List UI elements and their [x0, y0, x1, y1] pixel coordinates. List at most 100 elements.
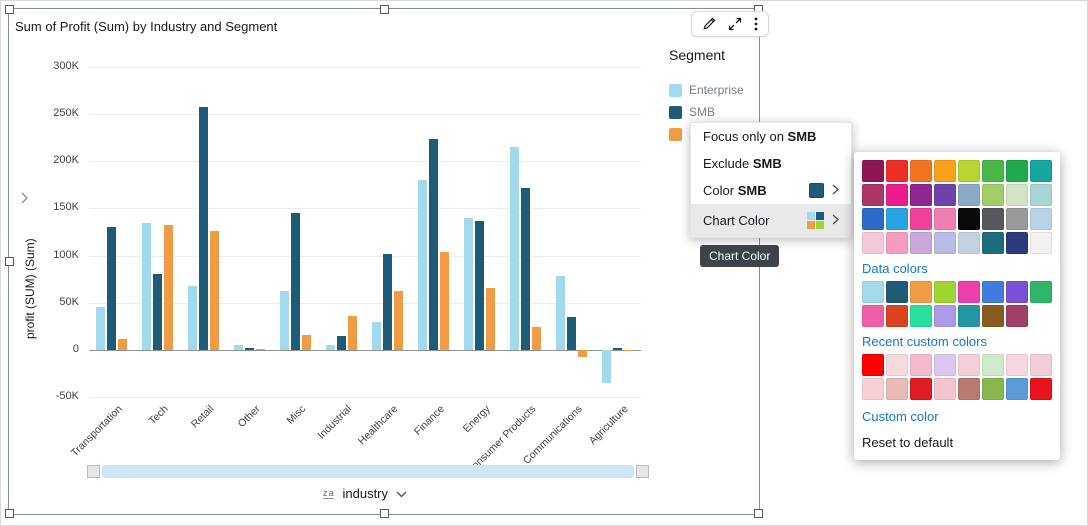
bar-enterprise-finance[interactable]: [418, 180, 427, 350]
color-swatch[interactable]: [934, 160, 956, 182]
color-swatch[interactable]: [1006, 160, 1028, 182]
color-swatch[interactable]: [934, 281, 956, 303]
color-swatch[interactable]: [1030, 281, 1052, 303]
bar-enterprise-tech[interactable]: [142, 223, 151, 350]
bar-smb-tech[interactable]: [153, 274, 162, 350]
color-swatch[interactable]: [910, 378, 932, 400]
legend-item-enterprise[interactable]: Enterprise: [669, 79, 769, 101]
color-swatch[interactable]: [862, 232, 884, 254]
color-swatch[interactable]: [982, 305, 1004, 327]
reset-default-button[interactable]: Reset to default: [862, 435, 1052, 450]
color-swatch[interactable]: [1030, 232, 1052, 254]
color-swatch[interactable]: [1006, 378, 1028, 400]
color-swatch[interactable]: [886, 378, 908, 400]
color-swatch[interactable]: [886, 232, 908, 254]
color-swatch[interactable]: [982, 208, 1004, 230]
bar-enterprise-industrial[interactable]: [326, 345, 335, 350]
color-swatch[interactable]: [1006, 184, 1028, 206]
color-swatch[interactable]: [1006, 281, 1028, 303]
color-swatch[interactable]: [886, 305, 908, 327]
bar-startup-transportation[interactable]: [118, 339, 127, 350]
bar-startup-communications[interactable]: [578, 350, 587, 358]
resize-handle-bottom-right[interactable]: [754, 509, 763, 518]
color-swatch[interactable]: [910, 160, 932, 182]
bar-smb-consumer-products[interactable]: [521, 188, 530, 350]
color-swatch[interactable]: [910, 232, 932, 254]
color-swatch[interactable]: [910, 208, 932, 230]
bar-smb-finance[interactable]: [429, 139, 438, 350]
color-swatch[interactable]: [886, 160, 908, 182]
color-swatch[interactable]: [982, 232, 1004, 254]
color-swatch[interactable]: [910, 305, 932, 327]
sort-icon[interactable]: za: [323, 488, 335, 499]
color-swatch[interactable]: [910, 281, 932, 303]
bar-enterprise-transportation[interactable]: [96, 307, 105, 349]
color-swatch[interactable]: [958, 160, 980, 182]
color-swatch[interactable]: [910, 184, 932, 206]
scrollbar-right-handle[interactable]: [636, 465, 649, 478]
color-swatch[interactable]: [958, 208, 980, 230]
bar-startup-agriculture[interactable]: [624, 350, 633, 351]
bar-startup-industrial[interactable]: [348, 316, 357, 350]
color-swatch[interactable]: [886, 281, 908, 303]
color-swatch[interactable]: [886, 208, 908, 230]
color-swatch[interactable]: [862, 208, 884, 230]
menu-item-0[interactable]: Focus only on SMB: [691, 123, 851, 150]
color-swatch[interactable]: [1006, 208, 1028, 230]
edit-pencil-icon[interactable]: [702, 17, 716, 31]
color-swatch[interactable]: [910, 354, 932, 376]
scrollbar-left-handle[interactable]: [87, 465, 100, 478]
color-swatch[interactable]: [862, 184, 884, 206]
color-swatch[interactable]: [982, 160, 1004, 182]
color-swatch[interactable]: [958, 281, 980, 303]
x-scrollbar[interactable]: [87, 464, 649, 478]
color-swatch[interactable]: [958, 305, 980, 327]
bar-enterprise-communications[interactable]: [556, 276, 565, 350]
color-swatch[interactable]: [1030, 354, 1052, 376]
bar-smb-other[interactable]: [245, 348, 254, 350]
bar-enterprise-retail[interactable]: [188, 286, 197, 350]
bar-smb-healthcare[interactable]: [383, 254, 392, 350]
color-swatch[interactable]: [934, 232, 956, 254]
bar-startup-energy[interactable]: [486, 288, 495, 350]
maximize-icon[interactable]: [728, 17, 742, 31]
color-swatch[interactable]: [862, 354, 884, 376]
menu-item-3[interactable]: Chart Color: [691, 204, 851, 237]
bar-startup-other[interactable]: [256, 349, 265, 350]
bar-startup-consumer-products[interactable]: [532, 327, 541, 350]
resize-handle-bottom-middle[interactable]: [380, 509, 389, 518]
bar-smb-energy[interactable]: [475, 221, 484, 350]
color-swatch[interactable]: [862, 160, 884, 182]
color-swatch[interactable]: [1030, 160, 1052, 182]
bar-startup-retail[interactable]: [210, 231, 219, 350]
resize-handle-top-middle[interactable]: [380, 5, 389, 14]
y-axis-chevron-right-icon[interactable]: [21, 191, 28, 209]
color-swatch[interactable]: [934, 378, 956, 400]
bar-enterprise-misc[interactable]: [280, 291, 289, 350]
bar-enterprise-healthcare[interactable]: [372, 322, 381, 350]
resize-handle-middle-left[interactable]: [5, 257, 14, 266]
color-swatch[interactable]: [982, 184, 1004, 206]
color-swatch[interactable]: [1006, 354, 1028, 376]
color-swatch[interactable]: [934, 354, 956, 376]
color-swatch[interactable]: [982, 281, 1004, 303]
bar-smb-agriculture[interactable]: [613, 348, 622, 350]
resize-handle-bottom-left[interactable]: [5, 509, 14, 518]
menu-ellipsis-icon[interactable]: [754, 17, 758, 31]
bar-enterprise-consumer-products[interactable]: [510, 147, 519, 350]
color-swatch[interactable]: [862, 305, 884, 327]
bar-enterprise-agriculture[interactable]: [602, 350, 611, 383]
resize-handle-top-left[interactable]: [5, 5, 14, 14]
color-swatch[interactable]: [958, 232, 980, 254]
color-swatch[interactable]: [1006, 305, 1028, 327]
color-swatch[interactable]: [958, 354, 980, 376]
bar-smb-misc[interactable]: [291, 213, 300, 350]
color-swatch[interactable]: [886, 354, 908, 376]
chevron-down-icon[interactable]: [396, 486, 407, 501]
color-swatch[interactable]: [958, 184, 980, 206]
color-swatch[interactable]: [862, 378, 884, 400]
chart-widget[interactable]: Sum of Profit (Sum) by Industry and Segm…: [8, 8, 760, 515]
bar-startup-tech[interactable]: [164, 225, 173, 350]
legend-item-smb[interactable]: SMB: [669, 101, 769, 123]
color-swatch[interactable]: [1006, 232, 1028, 254]
